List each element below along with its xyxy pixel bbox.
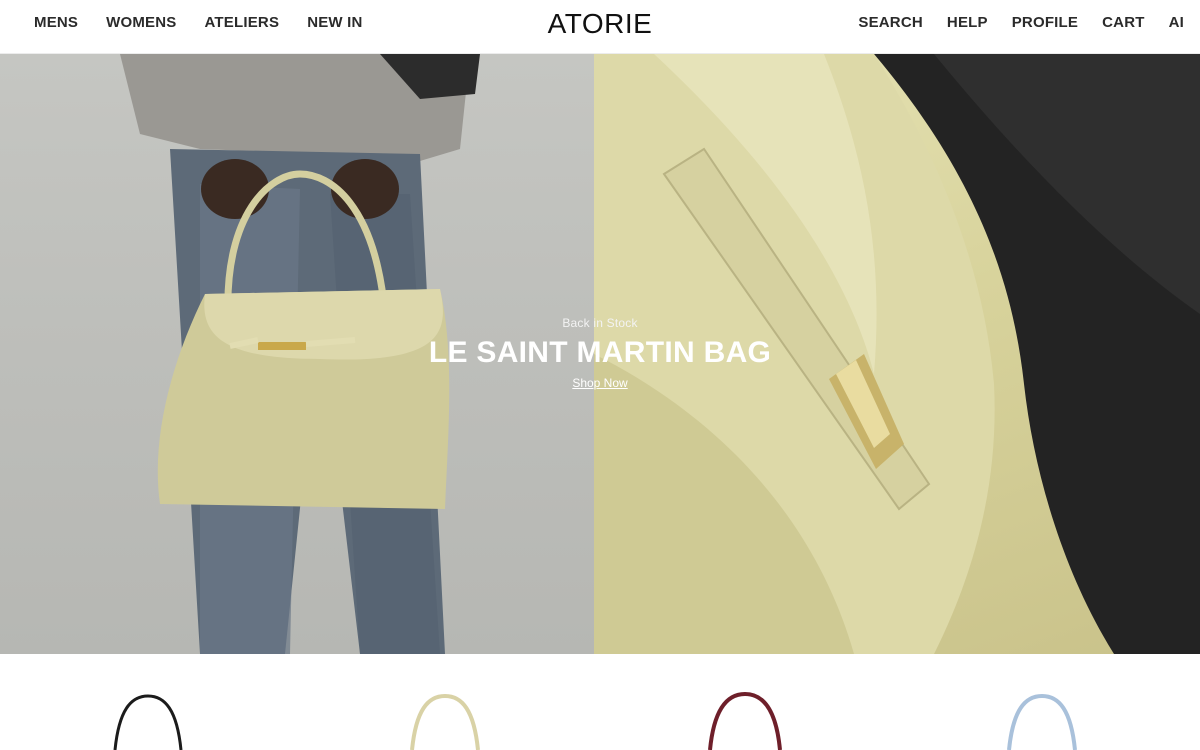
blue-bag-handle [1007, 693, 1077, 750]
shop-now-link[interactable]: Shop Now [572, 376, 627, 390]
hero-banner[interactable]: Back in Stock LE SAINT MARTIN BAG Shop N… [0, 54, 1200, 654]
nav-profile[interactable]: PROFILE [1012, 14, 1078, 31]
utility-nav: SEARCH HELP PROFILE CART AI [858, 14, 1184, 31]
product-card-blue-bag[interactable] [997, 690, 1087, 750]
nav-search[interactable]: SEARCH [858, 14, 923, 31]
nav-help[interactable]: HELP [947, 14, 988, 31]
product-card-cream-bag[interactable] [400, 690, 490, 750]
black-bag-handle [113, 694, 183, 750]
nav-ai[interactable]: AI [1169, 14, 1184, 31]
product-card-burgundy-bag[interactable] [700, 690, 790, 750]
product-card-black-bag[interactable] [103, 690, 193, 750]
nav-cart[interactable]: CART [1102, 14, 1144, 31]
hero-copy: Back in Stock LE SAINT MARTIN BAG Shop N… [0, 316, 1200, 392]
site-header: MENS WOMENS ATELIERS NEW IN ATORIE SEARC… [0, 0, 1200, 54]
hero-title: LE SAINT MARTIN BAG [428, 336, 772, 369]
cream-bag-handle [410, 693, 480, 750]
burgundy-bag-handle [708, 691, 782, 750]
product-strip [0, 654, 1200, 750]
hero-eyebrow: Back in Stock [562, 316, 638, 330]
